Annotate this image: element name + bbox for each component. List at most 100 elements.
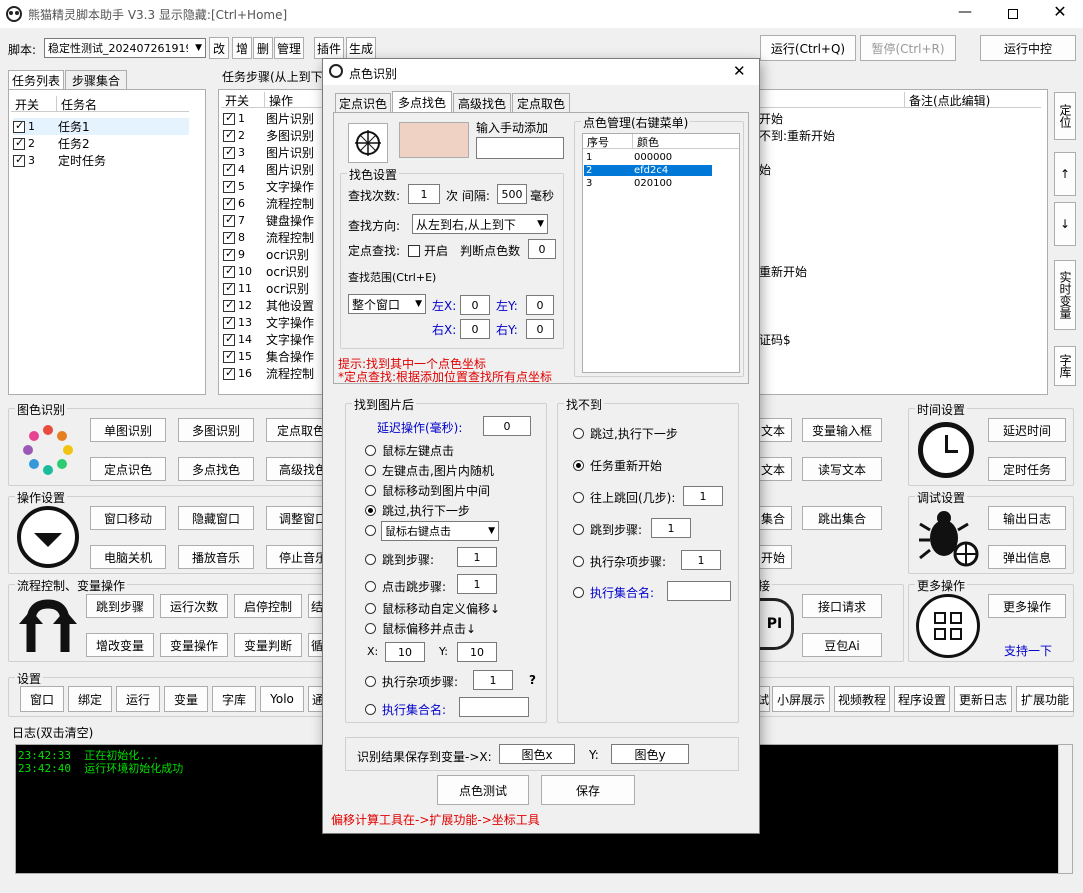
table-row[interactable]: 15集合操作 (223, 348, 314, 365)
remark-header[interactable]: 备注(点此编辑) (904, 92, 1014, 108)
settings-run-button[interactable]: 运行 (116, 686, 160, 712)
table-row[interactable]: 11ocr识别 (223, 280, 309, 297)
task-checkbox[interactable] (13, 153, 25, 167)
table-row[interactable]: 3图片识别 (223, 144, 314, 161)
start-stop-button[interactable]: 启停控制 (234, 594, 302, 618)
table-row[interactable]: 7键盘操作 (223, 212, 314, 229)
table-row[interactable]: 6流程控制 (223, 195, 314, 212)
found-option[interactable]: 跳过,执行下一步 (365, 502, 470, 519)
table-row[interactable]: 4图片识别 (223, 161, 314, 178)
found-radio[interactable] (365, 581, 376, 592)
single-image-button[interactable]: 单图识别 (90, 418, 166, 442)
save-x-input[interactable]: 图色x (499, 744, 575, 764)
update-log-button[interactable]: 更新日志 (954, 686, 1012, 712)
advanced-color-button[interactable]: 高级找色 (266, 457, 326, 481)
api-request-button[interactable]: 接口请求 (802, 594, 882, 618)
found-option[interactable]: 鼠标移动自定义偏移↓ (365, 600, 500, 617)
pause-button[interactable]: 暂停(Ctrl+R) (860, 35, 956, 61)
step-checkbox[interactable] (223, 213, 235, 227)
step-checkbox[interactable] (223, 281, 235, 295)
save-button[interactable]: 保存 (541, 775, 635, 805)
left-x-input[interactable]: 0 (460, 295, 490, 315)
doubao-ai-button[interactable]: 豆包Ai (802, 633, 882, 657)
table-row[interactable]: 14文字操作 (223, 331, 314, 348)
found-set-radio[interactable] (365, 704, 376, 715)
locate-button[interactable]: 定位 (1054, 92, 1076, 140)
found-radio[interactable] (365, 445, 376, 456)
jump-step-button[interactable]: 跳到步骤 (86, 594, 154, 618)
table-row[interactable]: 3定时任务 (13, 152, 106, 169)
color-list[interactable]: 序号 颜色 1 000000 2 efd2c4 3 020100 (582, 133, 740, 373)
jump-step-input[interactable]: 1 (457, 547, 497, 567)
found-option[interactable]: 鼠标左键点击 (365, 442, 454, 459)
hide-window-button[interactable]: 隐藏窗口 (178, 506, 254, 530)
step-checkbox[interactable] (223, 264, 235, 278)
more-ops-button[interactable]: 更多操作 (988, 594, 1066, 618)
notfound-radio[interactable] (573, 460, 584, 471)
delay-time-button[interactable]: 延迟时间 (988, 418, 1066, 442)
found-option[interactable]: 点击跳步骤: (365, 578, 446, 595)
color-row[interactable]: 2 efd2c4 (584, 165, 712, 176)
read-write-text-button[interactable]: 读写文本 (802, 457, 882, 481)
nf-jump-input[interactable]: 1 (651, 518, 691, 538)
play-music-button[interactable]: 播放音乐 (178, 545, 254, 569)
table-row[interactable]: 2任务2 (13, 135, 90, 152)
step-checkbox[interactable] (223, 162, 235, 176)
table-row[interactable]: 1任务1 (13, 118, 189, 135)
found-option[interactable]: 鼠标偏移并点击↓ (365, 620, 476, 637)
edit-script-button[interactable]: 改 (209, 37, 229, 59)
direction-select[interactable]: 从左到右,从上到下 ▼ (412, 214, 548, 234)
tab-fixed-pick[interactable]: 定点取色 (512, 93, 570, 113)
color-row[interactable]: 3 020100 (584, 178, 672, 189)
left-y-input[interactable]: 0 (526, 295, 554, 315)
tab-step-sets[interactable]: 步骤集合 (65, 70, 127, 90)
step-checkbox[interactable] (223, 179, 235, 193)
maximize-icon[interactable] (998, 4, 1028, 24)
shutdown-button[interactable]: 电脑关机 (90, 545, 166, 569)
fixed-search-checkbox[interactable] (408, 244, 421, 257)
table-row[interactable]: 12其他设置 (223, 297, 314, 314)
var-input-button[interactable]: 变量输入框 (802, 418, 882, 442)
found-option[interactable]: 左键点击,图片内随机 (365, 462, 494, 479)
found-radio[interactable] (365, 623, 376, 634)
right-click-select[interactable]: 鼠标右键点击 ▼ (381, 521, 499, 541)
generate-button[interactable]: 生成 (346, 37, 376, 59)
found-set-input[interactable] (459, 697, 529, 717)
table-row[interactable]: 1图片识别 (223, 110, 314, 127)
right-y-input[interactable]: 0 (526, 319, 554, 339)
multi-color-button[interactable]: 多点找色 (178, 457, 254, 481)
settings-yolo-button[interactable]: Yolo (260, 686, 304, 712)
window-move-button[interactable]: 窗口移动 (90, 506, 166, 530)
add-var-button[interactable]: 增改变量 (86, 633, 154, 657)
support-link[interactable]: 支持一下 (1004, 642, 1052, 659)
offset-x-input[interactable]: 10 (385, 642, 425, 662)
notfound-radio[interactable] (573, 492, 584, 503)
nf-set-input[interactable] (667, 581, 731, 601)
text-button[interactable]: 文本 (756, 418, 792, 442)
save-y-input[interactable]: 图色y (611, 744, 689, 764)
color-test-button[interactable]: 点色测试 (437, 775, 529, 805)
found-radio[interactable] (365, 485, 376, 496)
task-checkbox[interactable] (13, 136, 25, 150)
found-radio[interactable] (365, 603, 376, 614)
dialog-close-icon[interactable]: ✕ (733, 62, 746, 80)
move-down-button[interactable]: ↓ (1054, 202, 1076, 246)
step-checkbox[interactable] (223, 332, 235, 346)
tab-task-list[interactable]: 任务列表 (8, 70, 64, 90)
font-lib-button[interactable]: 字库 (1054, 346, 1076, 386)
table-row[interactable]: 13文字操作 (223, 314, 314, 331)
settings-font-button[interactable]: 字库 (212, 686, 256, 712)
click-jump-input[interactable]: 1 (457, 574, 497, 594)
step-checkbox[interactable] (223, 145, 235, 159)
interval-input[interactable]: 500 (497, 184, 527, 204)
step-checkbox[interactable] (223, 298, 235, 312)
search-count-input[interactable]: 1 (408, 184, 440, 204)
stop-music-button[interactable]: 停止音乐 (266, 545, 326, 569)
var-judge-button[interactable]: 变量判断 (234, 633, 302, 657)
notfound-option[interactable]: 往上跳回(几步): (573, 489, 675, 506)
settings-window-button[interactable]: 窗口 (20, 686, 64, 712)
exit-set-button[interactable]: 跳出集合 (802, 506, 882, 530)
crosshair-icon[interactable] (348, 123, 388, 163)
found-option[interactable]: 跳到步骤: (365, 551, 434, 568)
table-row[interactable]: 2多图识别 (223, 127, 314, 144)
